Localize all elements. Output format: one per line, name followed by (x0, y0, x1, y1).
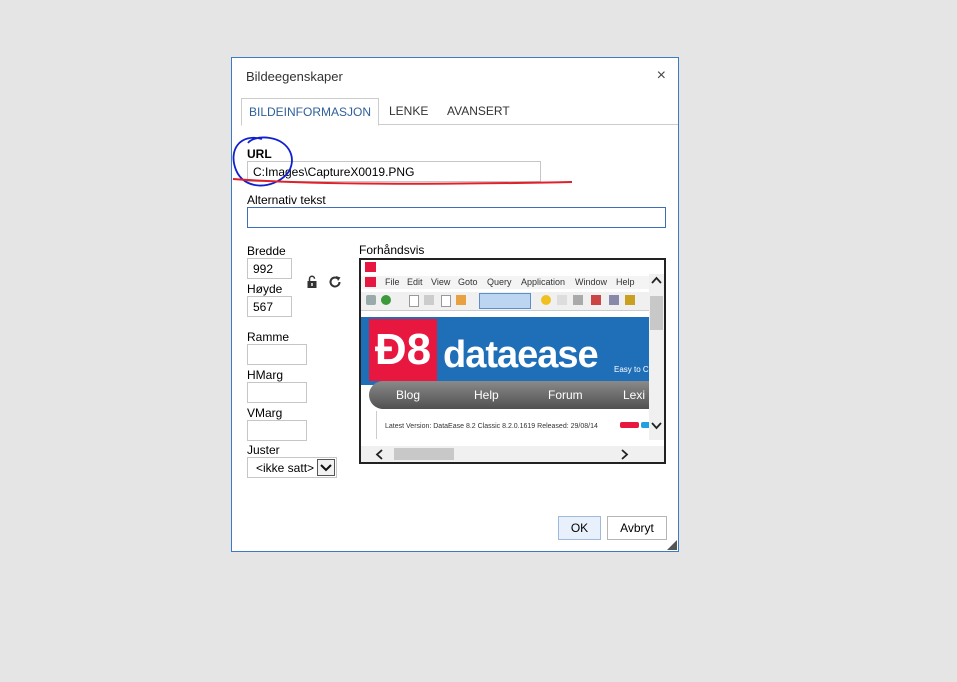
tagline-text: Easy to C (614, 365, 649, 374)
cancel-button[interactable]: Avbryt (607, 516, 667, 540)
toolbar-icon (409, 295, 419, 307)
image-preview: File Edit View Goto Query Application Wi… (359, 258, 666, 464)
h-scroll-thumb[interactable] (394, 448, 454, 460)
height-label: Høyde (247, 282, 283, 296)
chevron-right-icon (621, 449, 629, 460)
brand-text: dataease (443, 334, 599, 376)
alt-text-input[interactable] (247, 207, 666, 228)
toolbar-icon (424, 295, 434, 305)
tab-advanced[interactable]: AVANSERT (440, 98, 517, 124)
tab-bar: BILDEINFORMASJON LENKE AVANSERT (241, 98, 678, 126)
chevron-down-icon[interactable] (317, 459, 335, 476)
tab-image-info[interactable]: BILDEINFORMASJON (241, 98, 380, 126)
toolbar-icon (557, 295, 567, 305)
toolbar-icon (625, 295, 635, 305)
image-properties-dialog: Bildeegenskaper × BILDEINFORMASJON LENKE… (231, 57, 679, 552)
menu-item: Edit (407, 277, 423, 287)
menu-item: Application (521, 277, 566, 287)
alt-text-label: Alternativ tekst (247, 193, 326, 207)
ok-button[interactable]: OK (558, 516, 601, 540)
preview-toolbar (361, 292, 651, 311)
toolbar-icon (441, 295, 451, 307)
tab-link[interactable]: LENKE (382, 98, 435, 124)
width-input[interactable] (247, 258, 292, 279)
width-label: Bredde (247, 244, 286, 258)
vspace-input[interactable] (247, 420, 307, 441)
app-menu-icon (365, 277, 376, 287)
preview-content: Latest Version: DataEase 8.2 Classic 8.2… (376, 411, 651, 439)
url-input[interactable] (247, 161, 541, 182)
vspace-label: VMarg (247, 406, 283, 420)
menu-item: Help (616, 277, 635, 287)
menu-item: View (431, 277, 451, 287)
scroll-thumb[interactable] (650, 296, 663, 330)
preview-horizontal-scrollbar[interactable] (361, 446, 664, 462)
border-label: Ramme (247, 330, 290, 344)
menu-item: Window (575, 277, 608, 287)
toolbar-icon (609, 295, 619, 305)
preview-vertical-scrollbar[interactable] (649, 274, 664, 440)
dataease-logo: Ð8 (369, 319, 437, 381)
new-badge (620, 422, 639, 428)
hspace-label: HMarg (247, 368, 284, 382)
nav-item: Lexi (623, 388, 646, 402)
preview-titlebar (361, 260, 664, 274)
preview-nav: Blog Help Forum Lexi (369, 381, 659, 409)
hspace-input[interactable] (247, 382, 307, 403)
toolbar-icon (591, 295, 601, 305)
chevron-down-icon (651, 422, 662, 430)
nav-item: Blog (396, 388, 421, 402)
toolbar-icon (541, 295, 551, 305)
menu-item: Query (487, 277, 512, 287)
align-label: Juster (247, 443, 280, 457)
nav-item: Help (474, 388, 499, 402)
align-select-value: <ikke satt> (256, 461, 315, 475)
resize-grip-icon[interactable] (667, 540, 677, 550)
reset-size-icon[interactable] (328, 275, 342, 289)
toolbar-icon (456, 295, 466, 305)
lock-ratio-icon[interactable] (305, 275, 319, 289)
preview-menubar: File Edit View Goto Query Application Wi… (361, 276, 651, 289)
close-icon[interactable]: × (657, 68, 666, 84)
app-logo-icon (365, 262, 376, 272)
dialog-title: Bildeegenskaper (246, 69, 343, 84)
chevron-left-icon (375, 449, 383, 460)
nav-item: Forum (548, 388, 583, 402)
border-input[interactable] (247, 344, 307, 365)
toolbar-selected-group (479, 293, 531, 309)
preview-label: Forhåndsvis (359, 243, 425, 257)
menu-item: File (385, 277, 400, 287)
chevron-up-icon (651, 276, 662, 284)
preview-banner: Ð8 dataease Easy to C (361, 317, 649, 385)
menu-item: Goto (458, 277, 478, 287)
toolbar-icon (366, 295, 376, 305)
toolbar-icon (573, 295, 583, 305)
height-input[interactable] (247, 296, 292, 317)
align-select[interactable]: <ikke satt> (247, 457, 337, 478)
version-text: Latest Version: DataEase 8.2 Classic 8.2… (385, 423, 598, 430)
url-label: URL (247, 147, 272, 161)
toolbar-icon (381, 295, 391, 305)
